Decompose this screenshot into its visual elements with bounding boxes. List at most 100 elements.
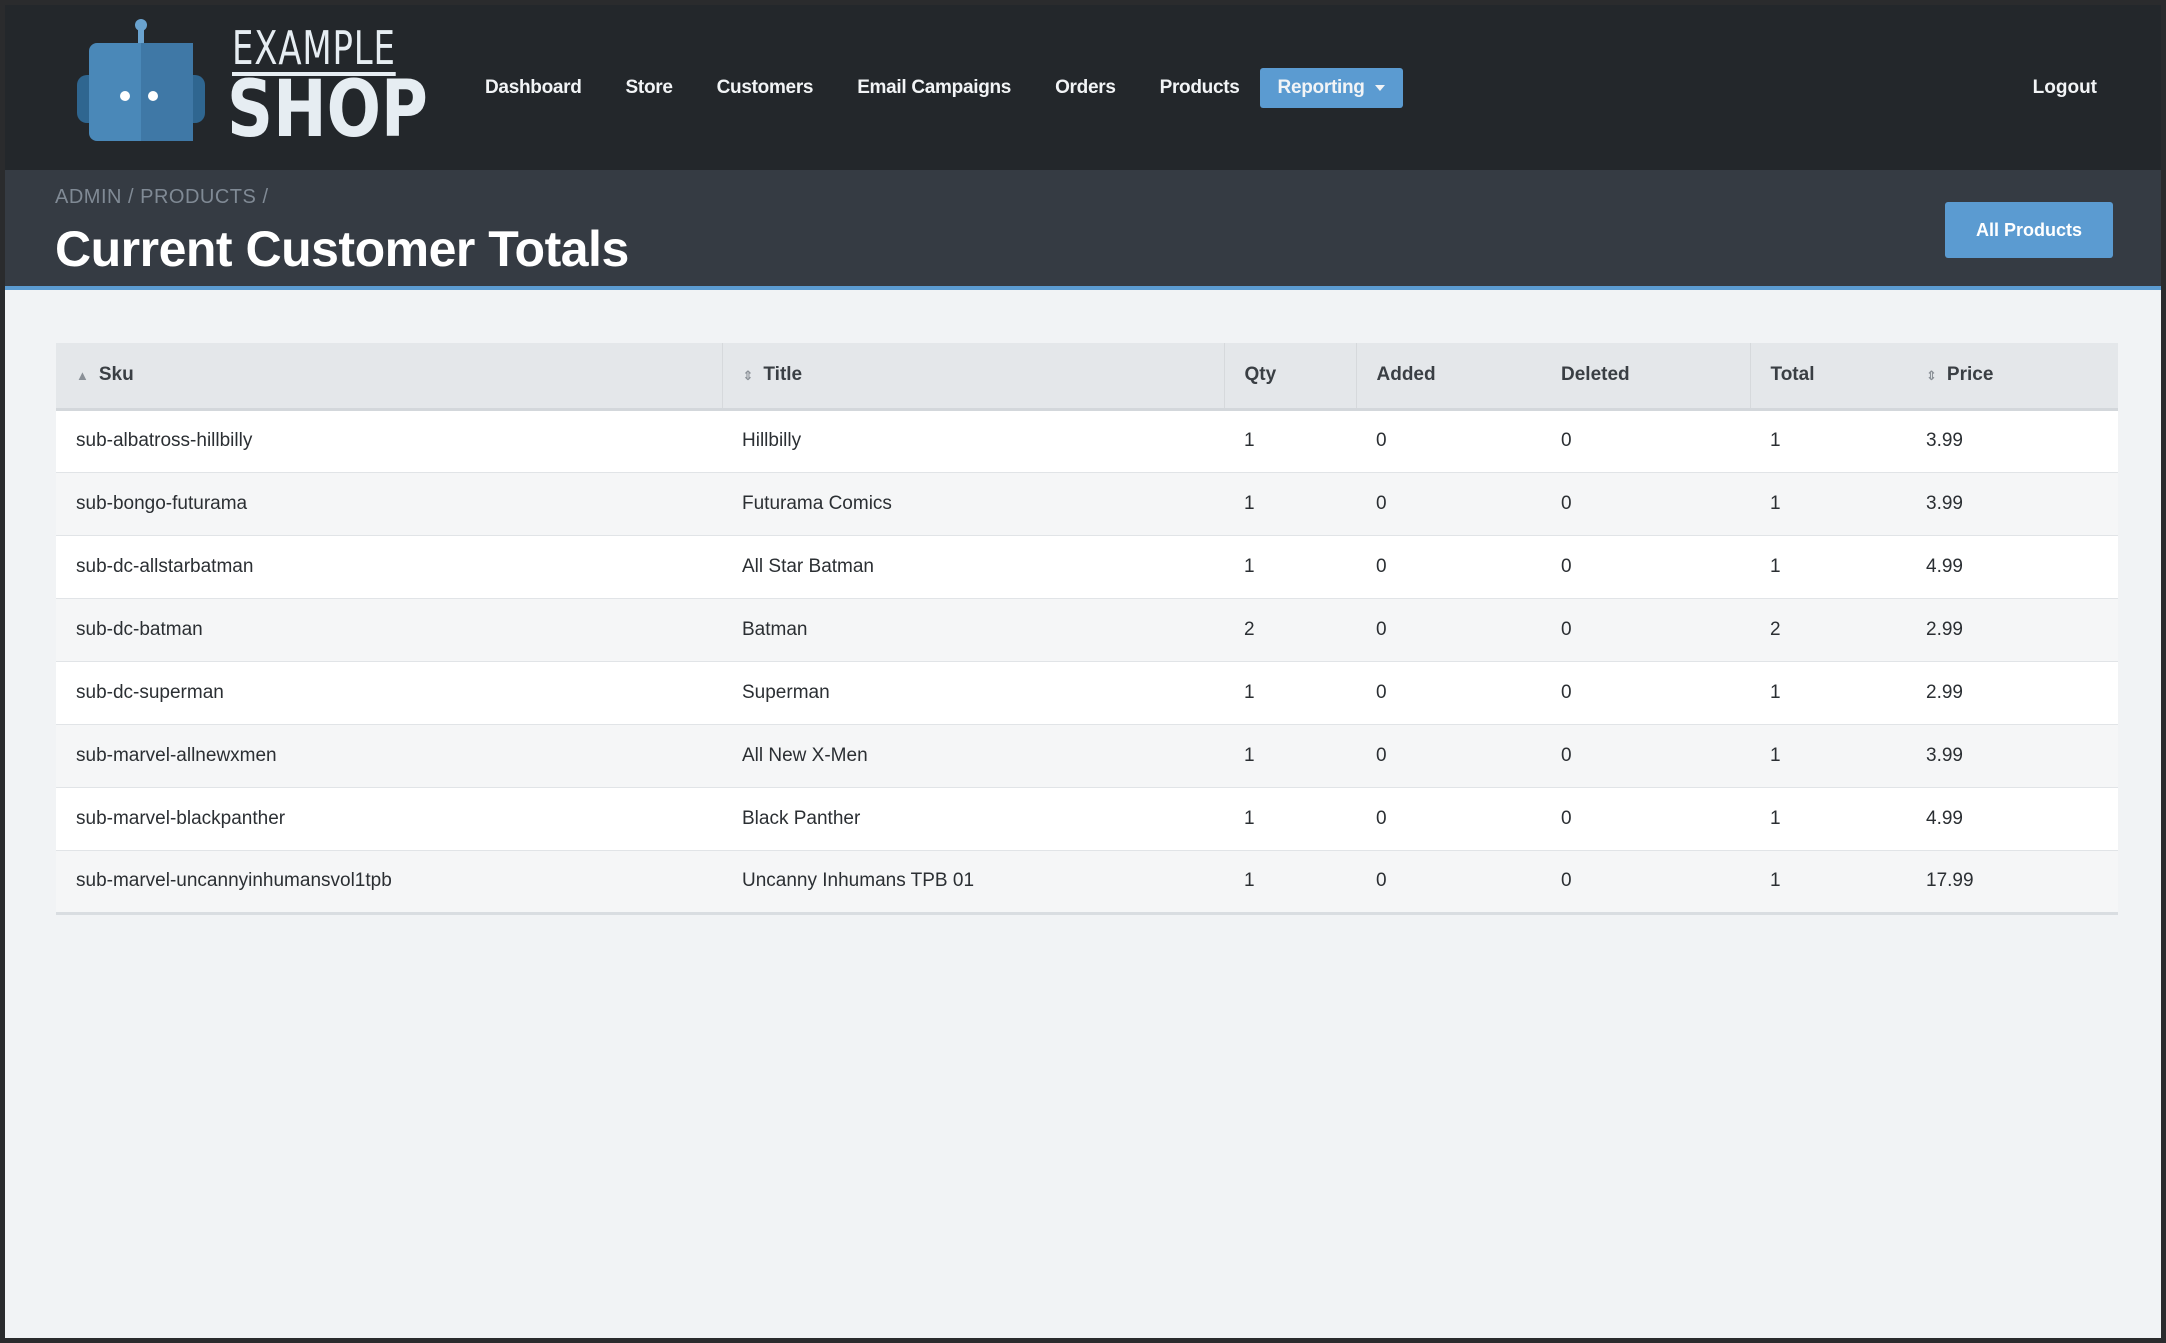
- cell-sku: sub-dc-batman: [56, 598, 722, 662]
- table-row: sub-bongo-futurama Futurama Comics 1 0 0…: [56, 472, 2118, 536]
- cell-qty: 1: [1224, 724, 1356, 788]
- cell-price: 4.99: [1906, 787, 2118, 851]
- robot-logo-icon: [77, 19, 205, 141]
- column-label: Price: [1946, 364, 1994, 386]
- logo-text-shop: SHOP: [227, 65, 428, 155]
- cell-title: Black Panther: [722, 787, 1224, 851]
- main-nav: Dashboard Store Customers Email Campaign…: [485, 67, 1447, 109]
- table-row: sub-dc-allstarbatman All Star Batman 1 0…: [56, 535, 2118, 599]
- cell-sku: sub-dc-allstarbatman: [56, 535, 722, 599]
- cell-total: 1: [1750, 661, 1906, 725]
- column-header-title[interactable]: ⇕ Title: [722, 343, 1225, 411]
- table-header-row: ▲ Sku ⇕ Title Qty Added Deleted Total ⇕ Pri…: [56, 343, 2118, 411]
- cell-price: 2.99: [1906, 598, 2118, 662]
- cell-total: 1: [1750, 850, 1906, 915]
- page-header: ADMIN / PRODUCTS / Current Customer Tota…: [5, 170, 2161, 290]
- cell-qty: 1: [1224, 850, 1356, 915]
- caret-down-icon: [1374, 84, 1385, 91]
- cell-title: Uncanny Inhumans TPB 01: [722, 850, 1224, 915]
- cell-total: 2: [1750, 598, 1906, 662]
- column-label: Sku: [98, 364, 134, 386]
- cell-total: 1: [1750, 724, 1906, 788]
- cell-qty: 1: [1224, 661, 1356, 725]
- cell-price: 2.99: [1906, 661, 2118, 725]
- cell-qty: 1: [1224, 535, 1356, 599]
- table-row: sub-marvel-uncannyinhumansvol1tpb Uncann…: [56, 850, 2118, 915]
- cell-sku: sub-dc-superman: [56, 661, 722, 725]
- cell-price: 3.99: [1906, 472, 2118, 536]
- cell-title: All Star Batman: [722, 535, 1224, 599]
- app-window: EXAMPLE SHOP Dashboard Store Customers E…: [0, 0, 2166, 1343]
- column-header-added: Added: [1356, 343, 1541, 411]
- cell-added: 0: [1356, 724, 1541, 788]
- cell-total: 1: [1750, 472, 1906, 536]
- top-navbar: EXAMPLE SHOP Dashboard Store Customers E…: [5, 5, 2161, 170]
- cell-total: 1: [1750, 409, 1906, 473]
- nav-store[interactable]: Store: [626, 77, 673, 99]
- column-header-deleted: Deleted: [1541, 343, 1751, 411]
- cell-sku: sub-marvel-allnewxmen: [56, 724, 722, 788]
- cell-price: 3.99: [1906, 409, 2118, 473]
- cell-title: Hillbilly: [722, 409, 1224, 473]
- sort-icon: ⇕: [1926, 368, 1937, 384]
- cell-price: 3.99: [1906, 724, 2118, 788]
- cell-deleted: 0: [1541, 535, 1750, 599]
- cell-deleted: 0: [1541, 850, 1750, 915]
- nav-customers[interactable]: Customers: [717, 77, 814, 99]
- cell-added: 0: [1356, 409, 1541, 473]
- breadcrumb-separator: /: [262, 186, 269, 208]
- cell-sku: sub-marvel-uncannyinhumansvol1tpb: [56, 850, 722, 915]
- cell-sku: sub-bongo-futurama: [56, 472, 722, 536]
- cell-title: Batman: [722, 598, 1224, 662]
- breadcrumb-separator: /: [128, 186, 135, 208]
- customer-totals-table: ▲ Sku ⇕ Title Qty Added Deleted Total ⇕ Pri…: [56, 343, 2118, 915]
- cell-qty: 2: [1224, 598, 1356, 662]
- cell-added: 0: [1356, 787, 1541, 851]
- sort-asc-icon: ▲: [76, 368, 89, 384]
- nav-email-campaigns[interactable]: Email Campaigns: [857, 77, 1011, 99]
- cell-sku: sub-marvel-blackpanther: [56, 787, 722, 851]
- breadcrumb: ADMIN / PRODUCTS /: [55, 186, 269, 209]
- cell-added: 0: [1356, 598, 1541, 662]
- logout-link[interactable]: Logout: [2033, 77, 2097, 99]
- page-title: Current Customer Totals: [55, 221, 629, 277]
- cell-title: Superman: [722, 661, 1224, 725]
- breadcrumb-products[interactable]: PRODUCTS: [140, 186, 256, 208]
- cell-price: 4.99: [1906, 535, 2118, 599]
- column-header-qty: Qty: [1224, 343, 1357, 411]
- nav-reporting-label: Reporting: [1277, 77, 1365, 98]
- nav-products[interactable]: Products: [1160, 77, 1240, 99]
- cell-title: All New X-Men: [722, 724, 1224, 788]
- column-header-sku[interactable]: ▲ Sku: [56, 343, 723, 411]
- cell-deleted: 0: [1541, 472, 1750, 536]
- column-header-price[interactable]: ⇕ Price: [1906, 343, 2118, 411]
- cell-qty: 1: [1224, 409, 1356, 473]
- cell-total: 1: [1750, 787, 1906, 851]
- breadcrumb-admin[interactable]: ADMIN: [55, 186, 122, 208]
- cell-sku: sub-albatross-hillbilly: [56, 409, 722, 473]
- nav-orders[interactable]: Orders: [1055, 77, 1116, 99]
- cell-added: 0: [1356, 535, 1541, 599]
- table-row: sub-marvel-allnewxmen All New X-Men 1 0 …: [56, 724, 2118, 788]
- cell-deleted: 0: [1541, 661, 1750, 725]
- table-row: sub-dc-batman Batman 2 0 0 2 2.99: [56, 598, 2118, 662]
- all-products-button[interactable]: All Products: [1945, 202, 2113, 258]
- cell-deleted: 0: [1541, 598, 1750, 662]
- cell-qty: 1: [1224, 787, 1356, 851]
- shop-logo[interactable]: EXAMPLE SHOP: [77, 19, 428, 149]
- table-row: sub-albatross-hillbilly Hillbilly 1 0 0 …: [56, 409, 2118, 473]
- cell-added: 0: [1356, 472, 1541, 536]
- column-label: Title: [763, 364, 803, 386]
- cell-price: 17.99: [1906, 850, 2118, 915]
- column-header-total: Total: [1750, 343, 1906, 411]
- nav-reporting-dropdown[interactable]: Reporting: [1259, 68, 1403, 108]
- cell-deleted: 0: [1541, 787, 1750, 851]
- cell-deleted: 0: [1541, 724, 1750, 788]
- cell-deleted: 0: [1541, 409, 1750, 473]
- cell-added: 0: [1356, 661, 1541, 725]
- sort-icon: ⇕: [742, 368, 754, 384]
- cell-qty: 1: [1224, 472, 1356, 536]
- cell-total: 1: [1750, 535, 1906, 599]
- cell-title: Futurama Comics: [722, 472, 1224, 536]
- nav-dashboard[interactable]: Dashboard: [485, 77, 582, 99]
